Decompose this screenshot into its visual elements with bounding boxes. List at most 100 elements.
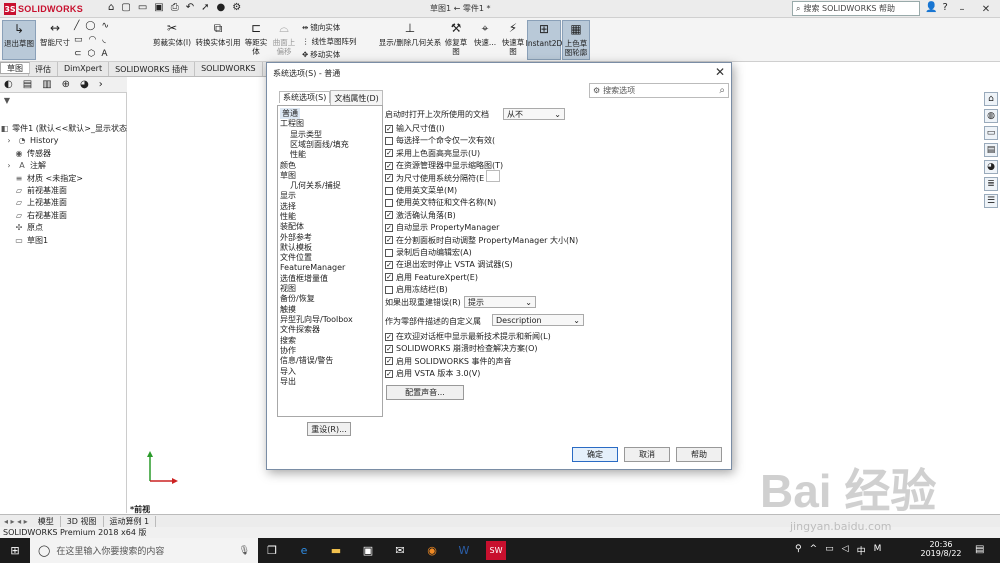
task-view-icon[interactable]: ❐ [262,541,282,560]
mirror-entities-button[interactable]: ⇹ 镜向实体 [302,22,340,33]
checkbox[interactable]: ✓ [385,357,393,366]
tree-item-annotations[interactable]: › A 注解 [4,160,131,171]
taskbar-search-input[interactable]: ◯ 在这里输入你要搜索的内容 🎙 [30,538,258,563]
tree-item-origin[interactable]: ✣ 原点 [14,222,141,233]
open-last-doc-select[interactable]: 从不 ⌄ [503,108,565,120]
tab-document-properties[interactable]: 文档属性(D) [330,90,383,106]
checkbox[interactable]: ✓ [385,369,393,378]
tray-chevron-icon[interactable]: ^ [810,544,818,557]
tab-3d-views[interactable]: 3D 视图 [61,515,104,527]
print-icon[interactable]: ⎙ [171,2,179,13]
help-search-input[interactable]: ⌕ 搜索 SOLIDWORKS 帮助 [792,1,920,16]
dimxpert-icon[interactable]: ⊕ [62,79,70,90]
option-checkbox-row[interactable]: ✓ 启用 FeatureXpert(E) [385,272,478,283]
option-checkbox-row[interactable]: ✓ 在分割面板时自动调整 PropertyManager 大小(N) [385,235,578,246]
polygon-icon[interactable]: ⬡ [88,49,96,59]
checkbox[interactable]: ✓ [385,273,393,282]
checkbox[interactable]: ✓ [385,211,393,220]
checkbox[interactable] [385,285,393,294]
display-relations-button[interactable]: ⊥ 显示/删除几何关系 [378,20,442,48]
checkbox[interactable] [385,186,393,195]
tree-item-sketch1[interactable]: ▭ 草图1 [14,235,141,246]
separator-field[interactable] [486,170,500,182]
linear-pattern-button[interactable]: ⋮ 线性草图阵列 [302,36,357,47]
option-checkbox-row[interactable]: ✓ SOLIDWORKS 崩溃时检查解决方案(O) [385,343,538,354]
configure-sounds-button[interactable]: 配置声音... [386,385,464,400]
tab-dimxpert[interactable]: DimXpert [58,62,110,76]
ok-button[interactable]: 确定 [572,447,618,462]
expand-icon[interactable]: › [99,79,103,90]
tab-sketch[interactable]: 草图 [0,62,30,74]
microphone-icon[interactable]: 🎙 [239,546,250,556]
option-checkbox-row[interactable]: 每选择一个命令仅一次有效( [385,135,495,146]
trim-entities-button[interactable]: ✂ 剪裁实体(I) [150,20,194,48]
instant2d-button[interactable]: ⊞ Instant2D [526,20,562,60]
tree-item-right-plane[interactable]: ▱ 右视基准面 [14,210,141,221]
fillet-icon[interactable]: ◟ [102,35,106,45]
tree-item-sensors[interactable]: ◉ 传感器 [14,148,141,159]
forum-icon[interactable]: ☰ [984,194,998,208]
option-checkbox-row[interactable]: 使用英文特征和文件名称(N) [385,197,496,208]
clock[interactable]: 20:36 2019/8/22 [920,540,962,558]
option-checkbox-row[interactable]: ✓ 启用 SOLIDWORKS 事件的声音 [385,356,512,367]
quick-snaps-button[interactable]: ⌖ 快速... [472,20,498,48]
repair-sketch-button[interactable]: ⚒ 修复草图 [442,20,470,57]
option-checkbox-row[interactable]: 启用冻结栏(B) [385,284,448,295]
home-icon[interactable]: ⌂ [108,2,114,13]
custom-properties-icon[interactable]: ≣ [984,177,998,191]
library-icon[interactable]: ◍ [984,109,998,123]
option-checkbox-row[interactable]: ✓ 在退出宏时停止 VSTA 调试器(S) [385,259,513,270]
shaded-sketch-contours-button[interactable]: ▦ 上色草图轮廓 [562,20,590,60]
category-item[interactable]: 导出 [280,376,296,387]
help-icon[interactable]: ? [942,2,947,13]
category-item[interactable]: 几何关系/捕捉 [290,180,341,191]
option-checkbox-row[interactable]: ✓ 激活确认角落(B) [385,210,456,221]
checkbox[interactable]: ✓ [385,332,393,341]
option-checkbox-row[interactable]: ✓ 为尺寸使用系统分隔符(E [385,173,484,184]
checkbox[interactable] [385,198,393,207]
tree-item-material[interactable]: ≡ 材质 <未指定> [14,173,141,184]
options-icon[interactable]: ⚙ [232,2,241,13]
tree-item-top-plane[interactable]: ▱ 上视基准面 [14,197,141,208]
new-icon[interactable]: ▢ [121,2,130,13]
convert-entities-button[interactable]: ⧉ 转换实体引用 [194,20,242,48]
option-checkbox-row[interactable]: ✓ 采用上色面高亮显示(U) [385,148,480,159]
options-search-input[interactable]: ⚙ 搜索选项 ⌕ [589,83,729,98]
configuration-icon[interactable]: ▥ [42,79,51,90]
ime-indicator[interactable]: 中 [857,544,866,557]
reset-button[interactable]: 重设(R)... [307,422,351,436]
option-checkbox-row[interactable]: 录制后自动编辑宏(A) [385,247,472,258]
tab-evaluate[interactable]: 评估 [29,62,58,76]
checkbox[interactable] [385,136,393,145]
checkbox[interactable]: ✓ [385,161,393,170]
folder-icon[interactable]: ▭ [984,126,998,140]
custom-property-select[interactable]: Description ⌄ [492,314,584,326]
option-checkbox-row[interactable]: ✓ 自动显示 PropertyManager [385,222,499,233]
rebuild-error-select[interactable]: 提示 ⌄ [464,296,536,308]
file-explorer-icon[interactable]: ▬ [326,541,346,560]
line-icon[interactable]: ╱ [74,21,79,31]
checkbox[interactable]: ✓ [385,236,393,245]
rapid-sketch-button[interactable]: ⚡ 快速草图 [500,20,526,57]
tab-system-options[interactable]: 系统选项(S) [279,91,331,103]
save-icon[interactable]: ▣ [154,2,163,13]
tree-item-history[interactable]: › ◔ History [4,136,131,145]
property-manager-icon[interactable]: ▤ [23,79,32,90]
network-icon[interactable]: ▭ [825,544,834,557]
checkbox[interactable]: ✓ [385,124,393,133]
select-icon[interactable]: ➚ [201,2,209,13]
palette-icon[interactable]: ▤ [984,143,998,157]
help-button[interactable]: 帮助 [676,447,722,462]
notification-icon[interactable]: ▤ [975,544,984,555]
rectangle-icon[interactable]: ▭ [74,35,83,45]
ime-mode-icon[interactable]: M [874,544,882,557]
tab-solidworks[interactable]: SOLIDWORKS [195,62,263,76]
tab-scroll-arrows[interactable]: ◂ ▸ ◂ ▸ [0,517,32,526]
arc-icon[interactable]: ◠ [89,35,97,45]
appearance-icon[interactable]: ◕ [984,160,998,174]
tree-item-front-plane[interactable]: ▱ 前视基准面 [14,185,141,196]
text-icon[interactable]: A [101,49,107,59]
home-icon[interactable]: ⌂ [984,92,998,106]
checkbox[interactable]: ✓ [385,223,393,232]
circle-icon[interactable]: ◯ [85,21,95,31]
